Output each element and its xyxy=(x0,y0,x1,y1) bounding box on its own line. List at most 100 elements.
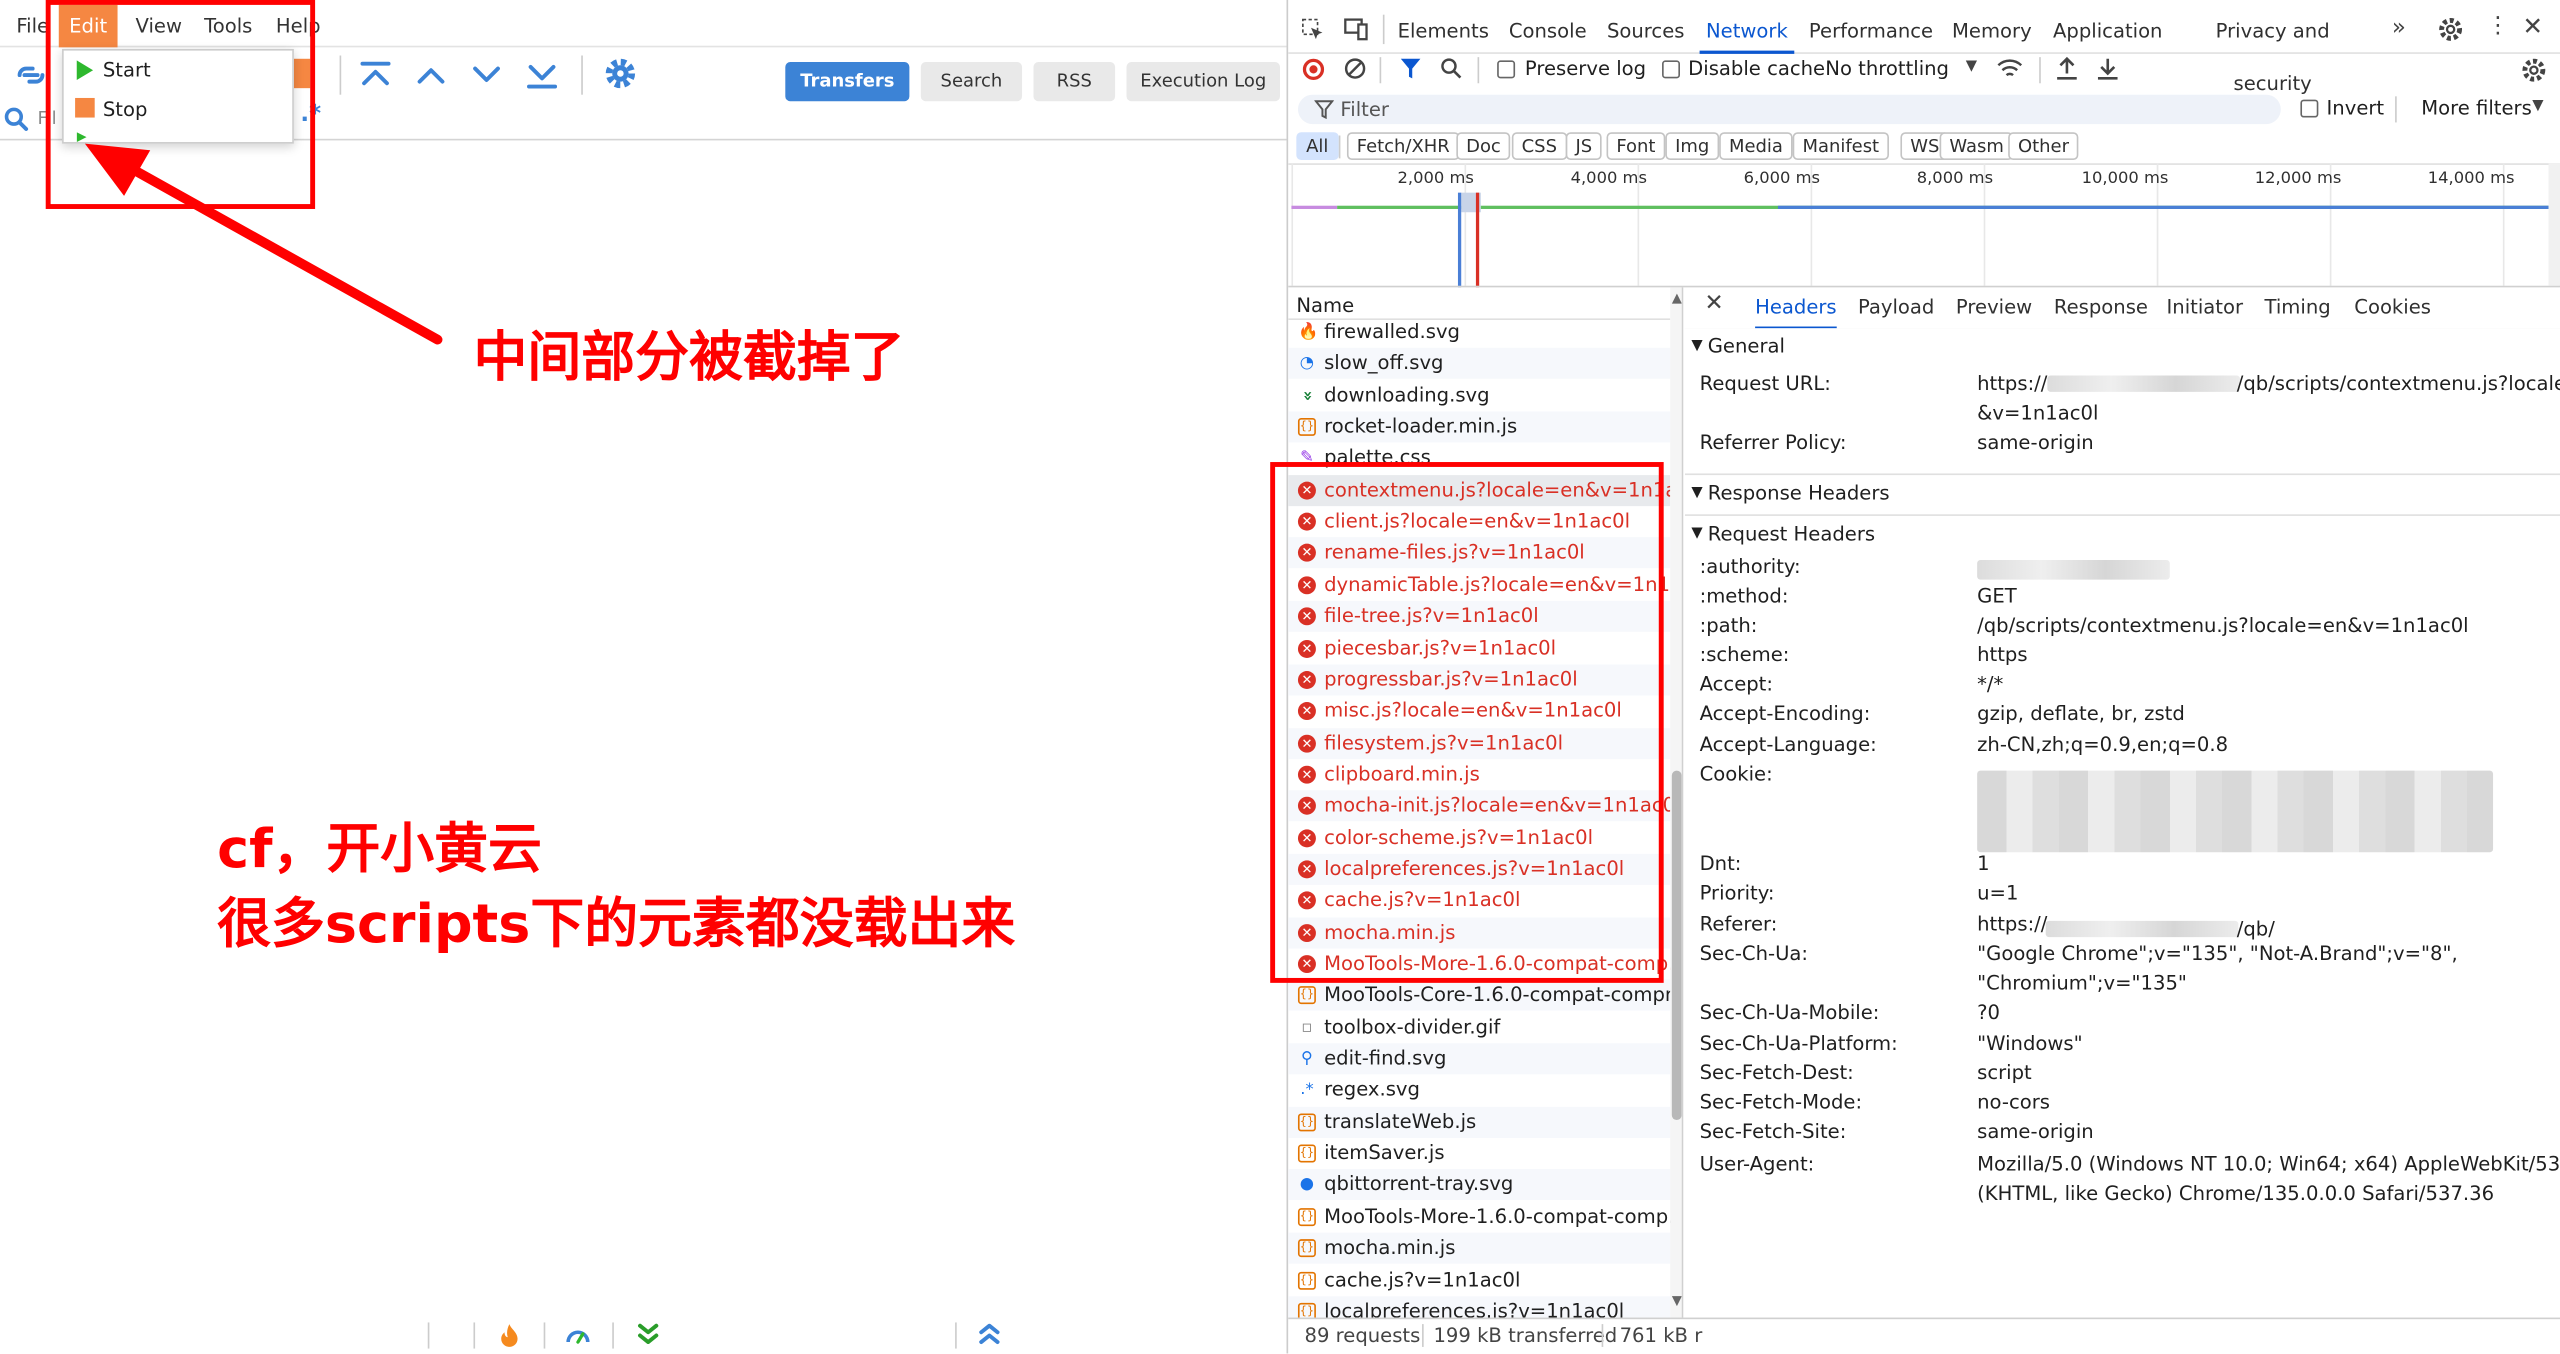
request-row[interactable]: ◔ slow_off.svg xyxy=(1288,348,1671,380)
preserve-log-checkbox[interactable] xyxy=(1497,60,1516,79)
close-icon[interactable]: ✕ xyxy=(2522,11,2543,40)
scrollbar-thumb[interactable] xyxy=(1671,770,1682,1120)
status-divider xyxy=(543,1322,546,1349)
move-down-icon[interactable] xyxy=(467,59,506,92)
gear-icon[interactable] xyxy=(602,56,638,92)
tab-console[interactable]: Console xyxy=(1504,5,1592,54)
tab-elements[interactable]: Elements xyxy=(1396,5,1491,54)
move-top-icon[interactable] xyxy=(356,59,395,92)
device-toolbar-icon[interactable] xyxy=(1344,18,1370,41)
scroll-down-icon[interactable]: ▼ xyxy=(1672,1293,1682,1308)
inspect-element-icon[interactable] xyxy=(1301,18,1324,41)
divider xyxy=(1477,57,1480,84)
tab-payload[interactable]: Payload xyxy=(1858,287,1934,329)
tab-sources[interactable]: Sources xyxy=(1605,5,1687,54)
request-row[interactable]: » downloading.svg xyxy=(1288,380,1670,411)
chip-all[interactable]: All xyxy=(1296,132,1339,160)
chip-media[interactable]: Media xyxy=(1719,132,1793,160)
tab-rss[interactable]: RSS xyxy=(1033,62,1116,102)
record-icon[interactable] xyxy=(1302,58,1325,80)
request-row[interactable]: ▫ toolbox-divider.gif xyxy=(1288,1012,1670,1043)
header-key: :authority: xyxy=(1699,555,1801,578)
request-row[interactable]: ● qbittorrent-tray.svg xyxy=(1288,1169,1671,1201)
request-row[interactable]: {} itemSaver.js xyxy=(1288,1138,1670,1169)
annotation-text-line1: cf，开小黄云 xyxy=(217,816,542,880)
request-row[interactable]: {} MooTools-More-1.6.0-compat-comp... xyxy=(1288,1201,1670,1232)
tab-transfers[interactable]: Transfers xyxy=(785,62,910,102)
chip-fetch-xhr[interactable]: Fetch/XHR xyxy=(1346,132,1460,160)
stage: { "app": { "menu": ["File", "Edit", "Vie… xyxy=(0,0,2560,1354)
close-icon[interactable]: ✕ xyxy=(1704,291,1723,317)
tab-initiator[interactable]: Initiator xyxy=(2167,287,2244,329)
filter-funnel-icon[interactable] xyxy=(1399,57,1422,80)
move-up-icon[interactable] xyxy=(411,59,450,92)
network-conditions-icon[interactable] xyxy=(1997,57,2023,80)
invert-label: Invert xyxy=(2326,96,2385,120)
chip-img[interactable]: Img xyxy=(1665,132,1720,160)
request-row[interactable]: {} mocha.min.js xyxy=(1288,1232,1671,1264)
request-name: mocha.min.js xyxy=(1324,1236,1456,1260)
tab-application[interactable]: Application xyxy=(2049,5,2167,54)
tab-execution-log[interactable]: Execution Log xyxy=(1126,62,1280,102)
throttling-select[interactable]: No throttling xyxy=(1825,57,1949,80)
upload-icon[interactable] xyxy=(2056,56,2079,82)
tab-response[interactable]: Response xyxy=(2054,287,2148,329)
chip-wasm[interactable]: Wasm xyxy=(1939,132,2014,160)
invert-checkbox[interactable] xyxy=(2300,99,2319,118)
divider xyxy=(1379,57,1382,84)
fire-icon[interactable] xyxy=(498,1322,521,1348)
double-chevron-up-icon[interactable] xyxy=(976,1321,1002,1347)
tab-privacy-security[interactable]: Privacy and security xyxy=(2180,5,2366,95)
menu-file[interactable]: File xyxy=(16,5,49,47)
header-value: GET xyxy=(1977,584,2017,608)
devtools-tabbar: Elements Console Sources Network Perform… xyxy=(1288,5,2560,95)
redacted-authority xyxy=(1977,559,2170,580)
clear-icon[interactable] xyxy=(1344,57,1367,80)
section-general[interactable]: ▼ General xyxy=(1684,328,2560,365)
request-count: 89 requests xyxy=(1304,1324,1421,1347)
tab-cookies[interactable]: Cookies xyxy=(2354,287,2431,329)
kebab-menu-icon[interactable]: ⋮ xyxy=(2487,13,2510,39)
request-row[interactable]: 🔥 firewalled.svg xyxy=(1288,317,1670,348)
scroll-up-icon[interactable]: ▲ xyxy=(1672,291,1682,306)
double-chevron-down-icon[interactable] xyxy=(635,1321,661,1347)
request-row[interactable]: {} translateWeb.js xyxy=(1288,1106,1671,1138)
speed-icon[interactable] xyxy=(565,1322,591,1348)
add-link-icon[interactable] xyxy=(13,59,49,92)
tab-preview[interactable]: Preview xyxy=(1956,287,2032,329)
request-row[interactable]: {} MooTools-Core-1.6.0-compat-compr... xyxy=(1288,980,1671,1012)
tab-performance[interactable]: Performance xyxy=(1807,5,1934,54)
request-row[interactable]: {} cache.js?v=1n1ac0l xyxy=(1288,1264,1670,1295)
tab-network[interactable]: Network xyxy=(1699,5,1795,54)
download-icon[interactable] xyxy=(2096,56,2119,82)
tab-timing[interactable]: Timing xyxy=(2264,287,2330,329)
filter-input[interactable]: Filter xyxy=(1297,94,2281,125)
tab-memory[interactable]: Memory xyxy=(1948,5,2036,54)
search-icon[interactable] xyxy=(1440,57,1463,80)
tab-search[interactable]: Search xyxy=(920,62,1023,102)
chip-font[interactable]: Font xyxy=(1606,132,1666,160)
request-list-scrollbar[interactable]: ▲ ▼ xyxy=(1670,287,1682,1318)
chip-doc[interactable]: Doc xyxy=(1456,132,1511,160)
more-filters-button[interactable]: More filters xyxy=(2421,96,2532,119)
request-row[interactable]: .* regex.svg xyxy=(1288,1075,1670,1106)
move-bottom-icon[interactable] xyxy=(522,59,561,92)
divider xyxy=(1338,135,1341,159)
tab-headers[interactable]: Headers xyxy=(1755,287,1837,330)
disable-cache-checkbox[interactable] xyxy=(1662,60,1680,79)
section-request-headers[interactable]: ▼ Request Headers xyxy=(1684,514,2560,551)
name-column-header[interactable]: Name xyxy=(1288,287,1671,320)
timeline-scrollbar[interactable] xyxy=(2548,163,2560,286)
network-settings-icon[interactable] xyxy=(2521,57,2547,83)
chip-manifest[interactable]: Manifest xyxy=(1792,132,1889,160)
gear-icon[interactable] xyxy=(2438,16,2464,42)
section-response-headers[interactable]: ▼ Response Headers xyxy=(1684,473,2560,510)
request-row[interactable]: {} localpreferences.js?v=1n1ac0l xyxy=(1288,1296,1671,1318)
chip-css[interactable]: CSS xyxy=(1511,132,1567,160)
fire-icon: 🔥 xyxy=(1297,323,1319,342)
chip-js[interactable]: JS xyxy=(1565,132,1603,160)
request-row[interactable]: ⚲ edit-find.svg xyxy=(1288,1043,1671,1075)
request-row[interactable]: {} rocket-loader.min.js xyxy=(1288,411,1671,443)
more-tabs-icon[interactable]: » xyxy=(2392,15,2406,41)
chip-other[interactable]: Other xyxy=(2008,132,2079,160)
